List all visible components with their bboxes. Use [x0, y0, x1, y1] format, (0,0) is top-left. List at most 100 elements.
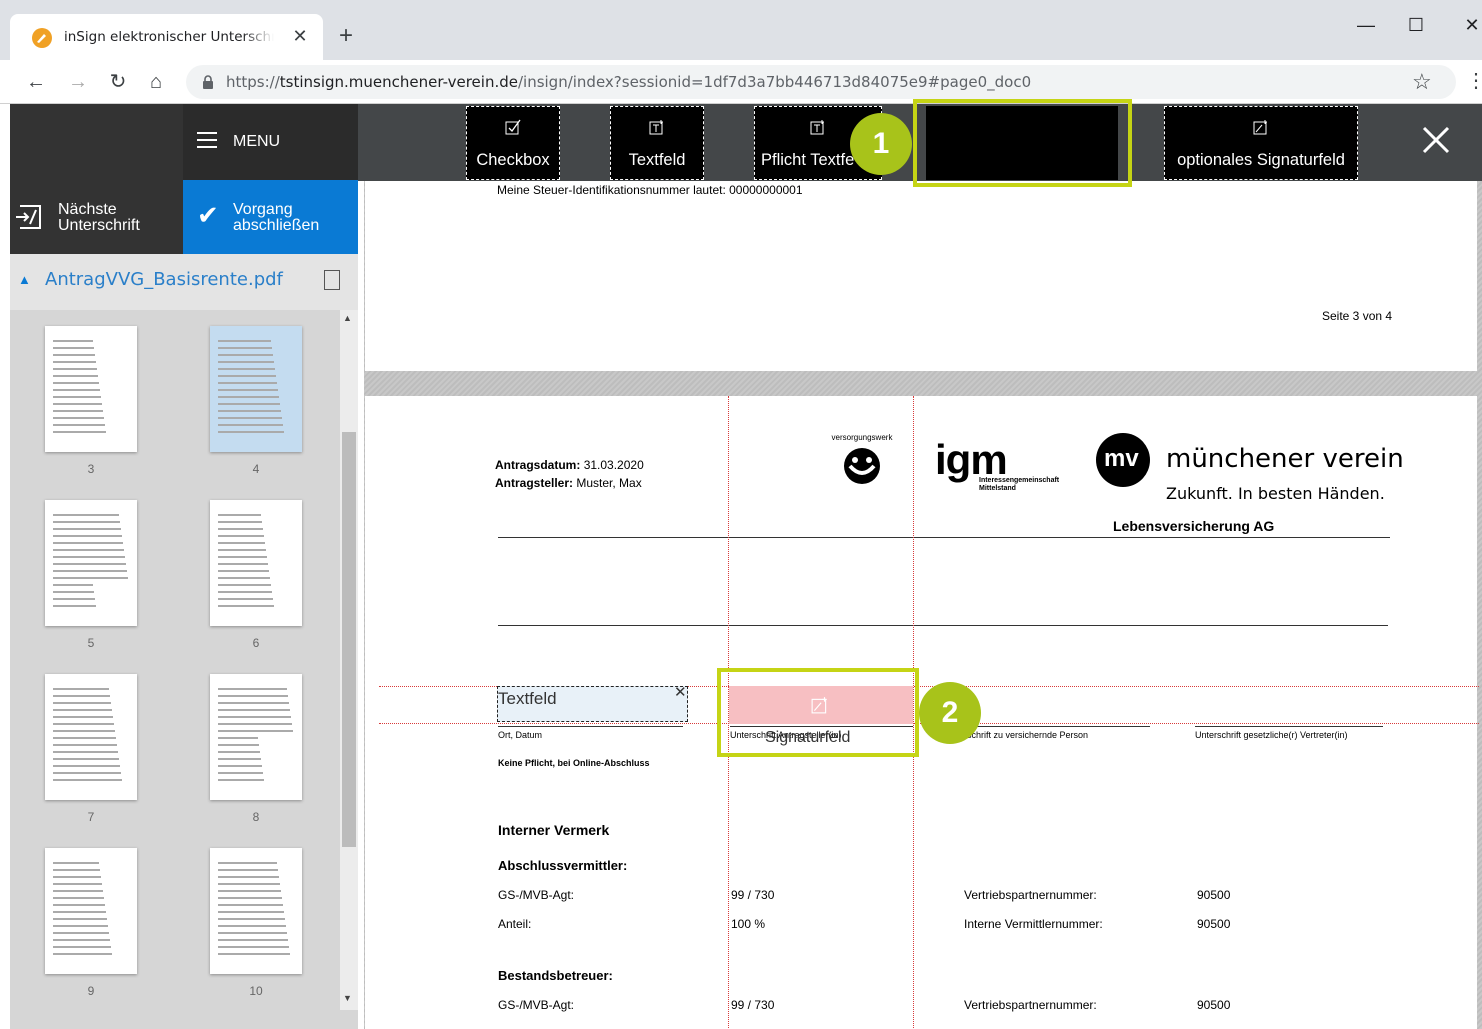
mv-logo-slogan: Zukunft. In besten Händen.	[1166, 484, 1385, 503]
menu-button[interactable]: MENU	[183, 104, 358, 180]
tab-close-icon[interactable]: ✕	[290, 26, 310, 46]
document-name: AntragVVG_Basisrente.pdf	[45, 269, 283, 290]
row2-label2: Interne Vermittlernummer:	[964, 917, 1103, 931]
back-arrow-icon[interactable]: ←	[22, 68, 50, 96]
browser-menu-icon[interactable]: ⋮	[1466, 68, 1482, 93]
sig-label-representative: Unterschrift gesetzliche(r) Vertreter(in…	[1195, 730, 1348, 740]
row3-value2: 90500	[1197, 998, 1231, 1012]
url-path: /insign/index?sessionid=1df7d3a7bb446713…	[517, 73, 1032, 91]
scrollbar-thumb[interactable]	[342, 432, 356, 847]
page-thumbnail[interactable]	[210, 674, 302, 800]
page-thumbnail[interactable]	[210, 326, 302, 452]
callout-box-2	[717, 668, 919, 757]
address-bar[interactable]: https://tstinsign.muenchener-verein.de/i…	[186, 65, 1456, 99]
finish-label: Vorgang abschließen	[233, 202, 319, 234]
versorgungswerk-logo-text: versorgungswerk	[832, 433, 893, 442]
internal-note-heading: Interner Vermerk	[498, 822, 610, 838]
application-date-value: 31.03.2020	[583, 458, 644, 472]
tab-title: inSign elektronischer Unterschrift	[64, 29, 274, 45]
window-close-button[interactable]: ✕	[1452, 10, 1482, 40]
row2-value: 100 %	[731, 917, 766, 931]
scroll-up-arrow-icon[interactable]: ▲	[343, 313, 352, 323]
applicant-value: Muster, Max	[576, 476, 642, 490]
row1-value: 99 / 730	[731, 888, 775, 902]
page-thumbnail[interactable]	[45, 674, 137, 800]
home-icon[interactable]: ⌂	[142, 68, 170, 96]
signature-add-icon	[1253, 120, 1267, 135]
forward-arrow-icon[interactable]: →	[64, 68, 92, 96]
page-thumbnail[interactable]	[45, 848, 137, 974]
sig-label-place-date: Ort, Datum	[498, 730, 543, 740]
thumbnail-page-number: 10	[249, 984, 263, 998]
browser-tab[interactable]: inSign elektronischer Unterschrift ✕	[10, 14, 323, 60]
applicant-label: Antragsteller:	[495, 476, 574, 490]
thumbnail-page-number: 4	[252, 462, 260, 476]
required-textfield-add-icon	[810, 120, 824, 135]
tax-id-line: Meine Steuer-Identifikationsnummer laute…	[497, 183, 803, 197]
thumbnail-page-number: 8	[252, 810, 260, 824]
row3-label: GS-/MVB-Agt:	[498, 998, 575, 1012]
separator-rule	[498, 625, 1388, 626]
mv-logo-name: münchener verein	[1166, 444, 1404, 474]
bookmark-star-icon[interactable]: ☆	[1412, 69, 1432, 95]
checkbox-add-icon	[505, 119, 521, 135]
add-optional-signature-button[interactable]: optionales Signaturfeld	[1164, 106, 1358, 180]
textfield-label: Textfeld	[628, 151, 686, 169]
page-thumbnail[interactable]	[210, 848, 302, 974]
insign-favicon-icon	[32, 28, 52, 48]
thumbnail-list: 3 4 5 6 7 8 9 10	[10, 310, 340, 1029]
custodian-heading: Bestandsbetreuer:	[498, 968, 613, 983]
row1-label: GS-/MVB-Agt:	[498, 888, 575, 902]
page-thumbnail[interactable]	[45, 326, 137, 452]
applicant: Antragsteller: Muster, Max	[495, 476, 642, 490]
header-rule	[498, 537, 1390, 538]
reload-icon[interactable]: ↻	[104, 68, 132, 96]
next-signature-line1: Nächste	[58, 201, 117, 218]
textfield-remove-icon[interactable]: ✕	[674, 683, 687, 701]
document-header[interactable]: ▲ AntragVVG_Basisrente.pdf	[10, 254, 358, 310]
collapse-caret-icon[interactable]: ▲	[18, 272, 31, 287]
versorgungswerk-logo: versorgungswerk	[832, 433, 893, 484]
close-icon[interactable]	[1418, 122, 1454, 158]
next-signature-icon	[16, 205, 41, 229]
minimize-button[interactable]: —	[1346, 10, 1386, 40]
row2-value2: 90500	[1197, 917, 1231, 931]
checkbox-label: Checkbox	[476, 151, 550, 169]
no-obligation-note: Keine Pflicht, bei Online-Abschluss	[498, 758, 650, 768]
document-icon[interactable]	[324, 270, 340, 290]
url-scheme: https://	[226, 73, 280, 91]
thumbnail-page-number: 5	[87, 636, 95, 650]
signature-line-1	[498, 726, 683, 727]
application-date: Antragsdatum: 31.03.2020	[495, 458, 644, 472]
finish-line2: abschließen	[233, 217, 320, 234]
finish-line1: Vorgang	[233, 201, 293, 218]
scroll-down-arrow-icon[interactable]: ▼	[343, 993, 352, 1003]
mv-logo-text: mv	[1104, 445, 1139, 472]
finish-process-button[interactable]: ✔ Vorgang abschließen	[183, 180, 358, 254]
next-signature-label: Nächste Unterschrift	[58, 202, 140, 234]
next-signature-line2: Unterschrift	[58, 217, 140, 234]
new-tab-button[interactable]: +	[334, 24, 358, 48]
textfield-input[interactable]: Textfeld ✕	[497, 683, 688, 722]
page-thumbnail[interactable]	[45, 500, 137, 626]
thumbnail-scrollbar[interactable]: ▲ ▼	[340, 310, 358, 1010]
page-number: Seite 3 von 4	[1322, 309, 1393, 323]
row3-label2: Vertriebspartnernummer:	[964, 998, 1097, 1012]
maximize-button[interactable]: ☐	[1396, 10, 1436, 40]
agent-heading: Abschlussvermittler:	[498, 858, 628, 873]
row3-value: 99 / 730	[731, 998, 775, 1012]
checkmark-icon: ✔	[197, 200, 219, 230]
callout-badge-1: 1	[850, 113, 912, 175]
thumbnail-page-number: 9	[87, 984, 95, 998]
optional-signature-label: optionales Signaturfeld	[1177, 151, 1345, 169]
document-viewer[interactable]: Meine Steuer-Identifikationsnummer laute…	[364, 181, 1482, 1029]
application-date-label: Antragsdatum:	[495, 458, 581, 472]
callout-box-1	[913, 99, 1132, 187]
row2-label: Anteil:	[498, 917, 532, 931]
add-textfield-button[interactable]: Textfeld	[610, 106, 704, 180]
igm-logo-sub2: Mittelstand	[979, 485, 1016, 492]
next-signature-button[interactable]: Nächste Unterschrift	[10, 180, 183, 254]
url-host: tstinsign.muenchener-verein.de	[279, 73, 518, 91]
page-thumbnail[interactable]	[210, 500, 302, 626]
add-checkbox-button[interactable]: Checkbox	[466, 106, 560, 180]
